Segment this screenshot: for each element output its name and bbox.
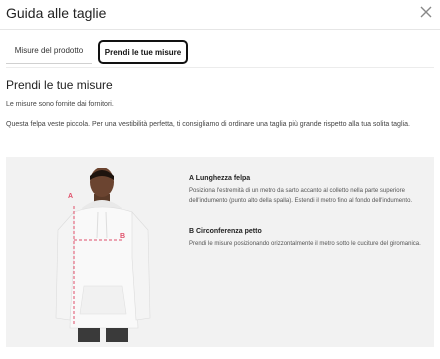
- measurement-description: Prendi le misure posizionando orizzontal…: [189, 241, 421, 247]
- modal-title: Guida alle taglie: [6, 5, 107, 21]
- label-a: A: [68, 193, 73, 200]
- label-b: B: [120, 233, 125, 240]
- tab-divider: [6, 67, 434, 68]
- intro-text: Le misure sono fornite dai fornitori.: [6, 101, 114, 108]
- measurement-heading: B Circonferenza petto: [189, 228, 262, 235]
- section-title: Prendi le tue misure: [6, 78, 113, 92]
- measurement-item: B Circonferenza petto Prendi le misure p…: [189, 228, 427, 249]
- measurement-description: Posiziona l'estremità di un metro da sar…: [189, 188, 413, 204]
- tab-take-your-measurements[interactable]: Prendi le tue misure: [98, 40, 188, 64]
- measurement-guide-panel: A B A Lunghezza felpa Posiziona l'estrem…: [6, 157, 434, 347]
- close-icon[interactable]: [418, 4, 434, 20]
- hoodie-model-illustration: A B: [55, 168, 151, 342]
- tab-product-measurements[interactable]: Misure del prodotto: [6, 40, 92, 64]
- fit-advice-text: Questa felpa veste piccola. Per una vest…: [6, 121, 410, 128]
- measurement-heading: A Lunghezza felpa: [189, 175, 251, 182]
- measurement-item: A Lunghezza felpa Posiziona l'estremità …: [189, 175, 427, 206]
- modal-header: Guida alle taglie: [0, 0, 440, 30]
